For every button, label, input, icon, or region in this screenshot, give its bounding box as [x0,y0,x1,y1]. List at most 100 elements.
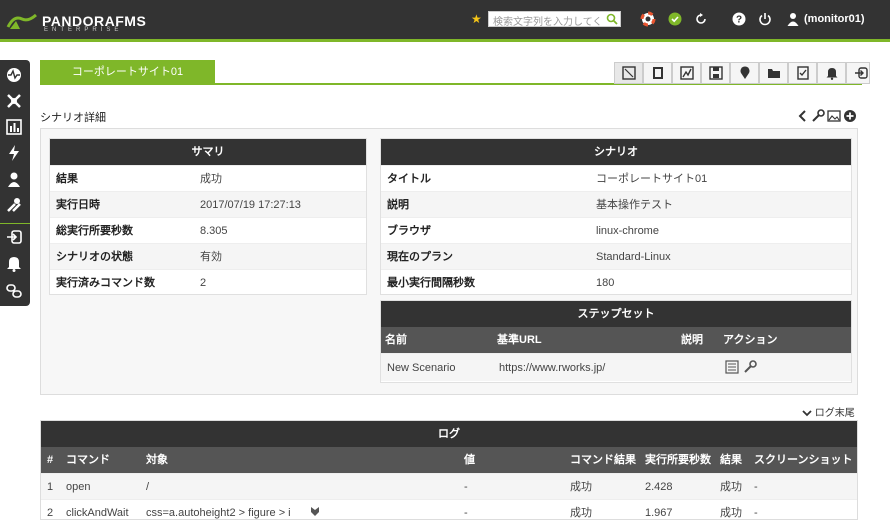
table-row: 現在のプラン Standard-Linux [381,243,851,269]
power-icon[interactable] [757,11,773,27]
search-placeholder: 検索文字列を入力してく [493,17,603,28]
favorite-star-icon[interactable]: ★ [471,12,482,26]
username[interactable]: (monitor01) [804,13,865,25]
alerts-bell-icon[interactable] [5,254,23,272]
user-icon[interactable] [785,11,801,27]
tab-alert[interactable] [817,62,846,84]
tab-checklist[interactable] [788,62,817,84]
top-bar: PANDORAFMS ENTERPRISE ★ 検索文字列を入力してく ? (m… [0,0,890,42]
tab-login[interactable] [846,62,870,84]
log-command-result: 成功 [570,507,592,519]
summary-key: 実行日時 [56,199,100,211]
log-target: css=a.autoheight2 > figure > i [146,507,291,519]
scenario-detail-panel: サマリ 結果 成功 実行日時 2017/07/19 17:27:13 総実行所要秒数… [40,128,858,395]
checklist-icon [797,66,809,80]
scenario-value: 180 [596,277,615,289]
check-circle-icon[interactable] [667,11,683,27]
col-result: 結果 [720,454,742,466]
scenario-title: シナリオ [381,139,851,165]
tab-location[interactable] [730,62,759,84]
log-tail-link[interactable]: ログ末尾 [802,404,855,419]
log-command-result: 成功 [570,481,592,493]
stepset-title: ステップセット [381,301,851,327]
summary-key: 実行済みコマンド数 [56,277,155,289]
brand-sub: ENTERPRISE [44,27,123,33]
stepset-url[interactable]: https://www.rworks.jp/ [499,354,605,382]
search-icon[interactable] [606,13,618,25]
summary-key: 総実行所要秒数 [56,225,133,237]
col-name: 名前 [385,334,407,346]
page-subtitle: シナリオ詳細 [40,112,106,124]
back-chevron-icon[interactable] [798,110,808,122]
tab-book[interactable] [643,62,672,84]
target-marker-icon[interactable] [309,505,321,517]
summary-value: 2 [200,277,207,289]
bell-icon [826,68,838,80]
col-command: コマンド [66,454,110,466]
map-pin-icon [740,66,750,79]
table-row: タイトル コーポレートサイト01 [381,165,851,191]
nav-divider [0,223,30,224]
log-value: - [464,507,468,519]
topology-icon[interactable] [5,92,23,110]
col-value: 値 [464,454,475,466]
table-row: 2 clickAndWait css=a.autoheight2 > figur… [41,499,857,525]
add-circle-icon[interactable] [843,109,857,123]
events-icon[interactable] [5,144,23,162]
table-row: 1 open / - 成功 2.428 成功 - [41,473,857,499]
scenario-value: linux-chrome [596,225,659,237]
summary-value: 有効 [200,251,222,263]
summary-title: サマリ [50,139,366,165]
summary-value: 2017/07/19 17:27:13 [200,199,301,211]
col-target: 対象 [146,454,168,466]
workspace-icon[interactable] [5,170,23,188]
summary-table: サマリ 結果 成功 実行日時 2017/07/19 17:27:13 総実行所要秒数… [49,138,367,295]
summary-key: シナリオの状態 [56,251,133,263]
tab-save[interactable] [701,62,730,84]
reports-icon[interactable] [5,118,23,136]
scenario-key: 最小実行間隔秒数 [387,277,475,289]
links-icon[interactable] [5,282,23,300]
lifebuoy-icon[interactable] [640,11,656,27]
stepset-header-row: 名前 基準URL 説明 アクション [381,327,851,353]
tab-folder[interactable] [759,62,788,84]
log-result: 成功 [720,507,742,519]
login-icon[interactable] [5,228,23,246]
table-row: 結果 成功 [50,165,366,191]
tab-scenario-name[interactable]: コーポレートサイト01 [40,60,215,84]
list-icon[interactable] [725,360,739,374]
tab-detail[interactable] [614,62,643,84]
table-row: 実行済みコマンド数 2 [50,269,366,295]
log-header-row: # コマンド 対象 値 コマンド結果 実行所要秒数 結果 スクリーンショット [41,447,857,473]
table-row: 総実行所要秒数 8.305 [50,217,366,243]
tab-graph[interactable] [672,62,701,84]
folder-icon [768,69,780,78]
help-icon[interactable]: ? [731,11,747,27]
table-row: 最小実行間隔秒数 180 [381,269,851,295]
scenario-key: タイトル [387,173,431,185]
page-actions [798,108,858,124]
refresh-icon[interactable] [693,11,709,27]
book-icon [653,67,663,79]
wrench-icon[interactable] [811,109,825,123]
scenario-value: 基本操作テスト [596,199,673,211]
log-title: ログ [41,421,857,447]
table-row: 説明 基本操作テスト [381,191,851,217]
graph-icon [680,66,694,80]
detail-view-icon [622,66,636,80]
table-row: 実行日時 2017/07/19 17:27:13 [50,191,366,217]
logo-icon [6,13,37,29]
pandora-logo[interactable]: PANDORAFMS ENTERPRISE [6,11,156,33]
stepset-name: New Scenario [387,362,456,374]
summary-value: 成功 [200,173,222,185]
wrench-icon[interactable] [743,360,757,374]
svg-text:?: ? [736,15,742,26]
monitoring-icon[interactable] [5,66,23,84]
summary-value: 8.305 [200,225,228,237]
log-screenshot: - [754,507,758,519]
left-nav [0,60,30,306]
image-icon[interactable] [827,109,841,123]
search-input[interactable]: 検索文字列を入力してく [488,11,621,28]
tools-icon[interactable] [5,196,23,214]
scenario-value: コーポレートサイト01 [596,173,708,185]
